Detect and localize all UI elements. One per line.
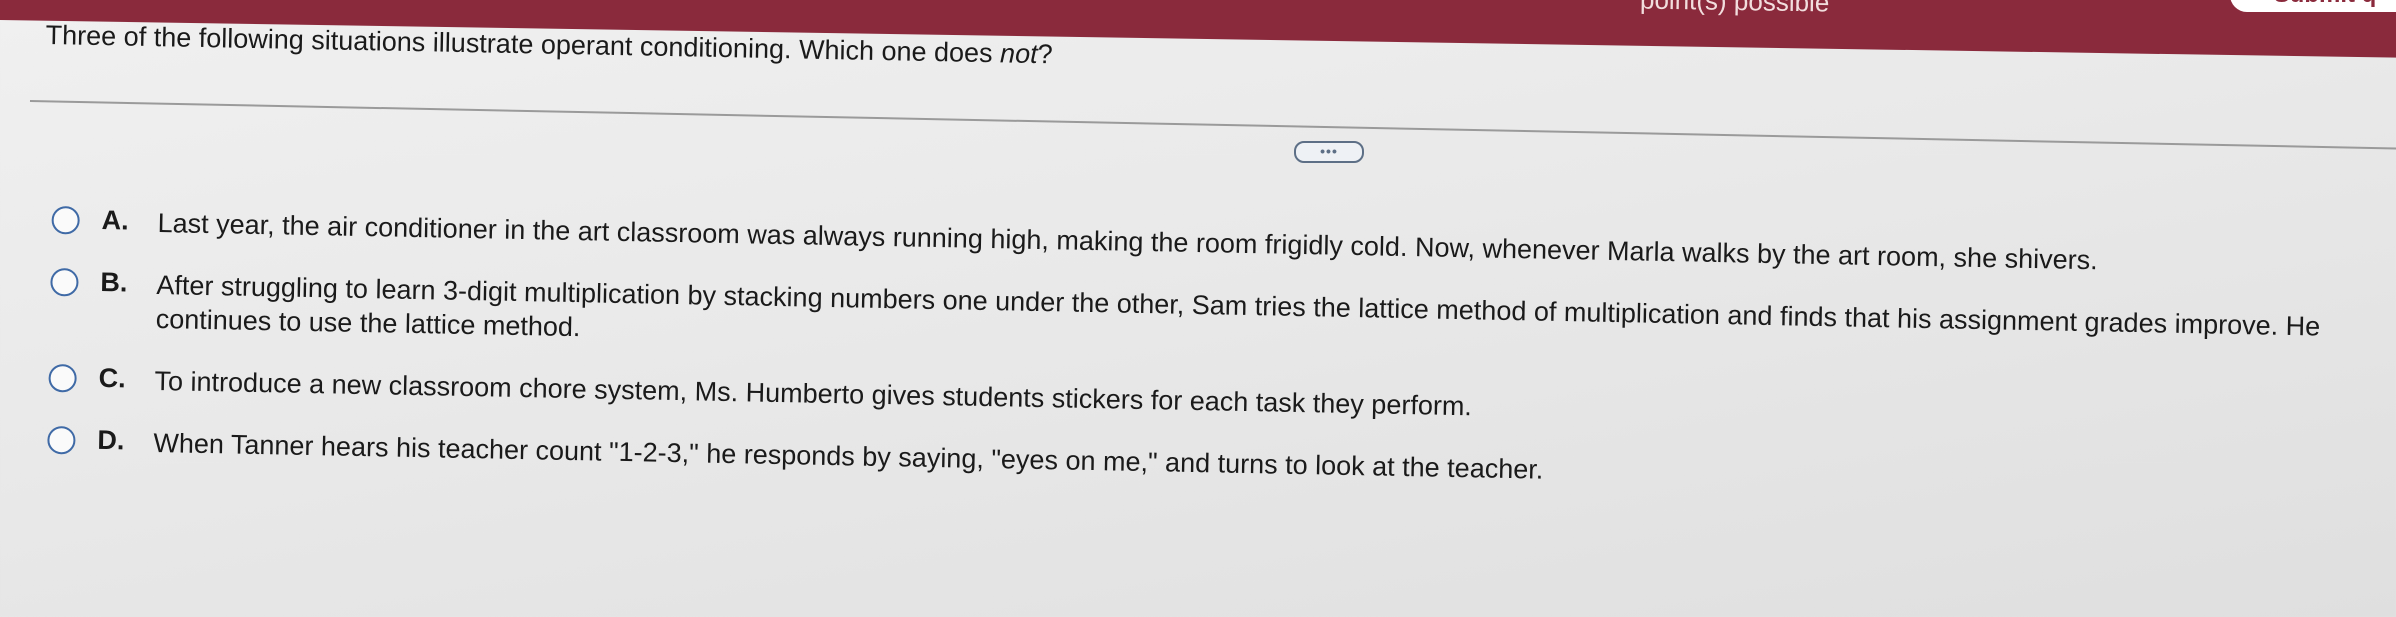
option-letter: C. — [98, 362, 126, 394]
option-text: After struggling to learn 3-digit multip… — [155, 270, 2321, 343]
option-text: Last year, the air conditioner in the ar… — [157, 208, 2098, 276]
option-letter: D. — [97, 424, 125, 456]
question-emphasis: not — [999, 38, 1038, 70]
option-b[interactable]: B. After struggling to learn 3-digit mul… — [50, 264, 2320, 342]
radio-a[interactable] — [51, 205, 80, 235]
radio-b[interactable] — [50, 267, 79, 297]
divider — [29, 100, 2396, 151]
option-d[interactable]: D. When Tanner hears his teacher count "… — [47, 422, 1544, 485]
points-possible-text: point(s) possible — [1639, 0, 1830, 18]
option-a[interactable]: A. Last year, the air conditioner in the… — [51, 202, 2098, 275]
answer-options: A. Last year, the air conditioner in the… — [47, 202, 2320, 485]
question-suffix: ? — [1037, 39, 1053, 70]
submit-question-button[interactable]: Submit q — [2230, 0, 2396, 12]
radio-d[interactable] — [47, 425, 76, 455]
radio-c[interactable] — [48, 363, 77, 393]
option-letter: B. — [100, 266, 128, 298]
option-letter: A. — [101, 204, 129, 236]
option-text: When Tanner hears his teacher count "1-2… — [153, 427, 1544, 485]
option-c[interactable]: C. To introduce a new classroom chore sy… — [48, 360, 1472, 421]
option-text: To introduce a new classroom chore syste… — [154, 366, 1473, 422]
more-options-button[interactable]: ••• — [1294, 141, 1364, 163]
